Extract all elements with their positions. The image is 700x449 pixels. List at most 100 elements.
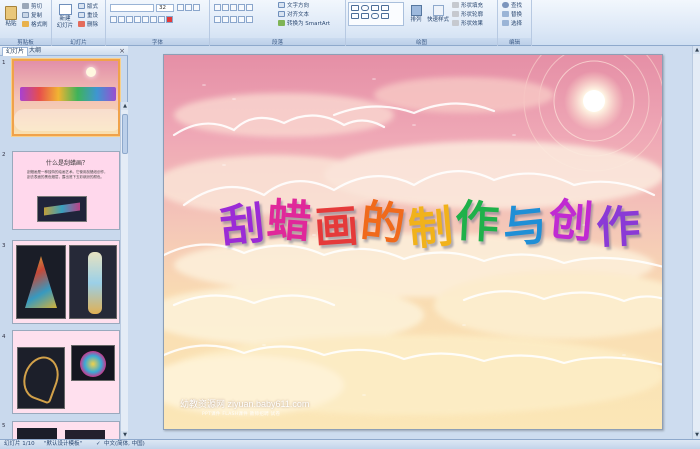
current-slide[interactable]: 刮蜡画的制作与创作 幼教资源网 ziyuan.baby611.com PPT课件… <box>163 54 663 430</box>
font-group-label: 字体 <box>106 38 209 46</box>
line-spacing-button[interactable] <box>246 4 253 11</box>
decrease-indent-button[interactable] <box>230 4 237 11</box>
reset-button[interactable]: 重设 <box>78 12 98 20</box>
title-character: 作 <box>453 195 504 250</box>
slides-group: 新建 幻灯片 版式 重设 删除 幻灯片 <box>52 0 106 46</box>
align-text-button[interactable]: 对齐文本 <box>278 11 309 19</box>
tab-outline[interactable]: 大纲 <box>26 47 44 56</box>
underline-button[interactable] <box>126 16 133 23</box>
clear-format-button[interactable] <box>193 4 200 11</box>
leaf-art-thumb <box>17 351 65 405</box>
italic-button[interactable] <box>118 16 125 23</box>
quick-styles-button[interactable]: 快速样式 <box>426 5 450 24</box>
font-grow-buttons <box>177 4 201 13</box>
tree-art-thumb <box>25 256 57 308</box>
sun-thumb <box>86 67 96 77</box>
bullets-button[interactable] <box>214 4 221 11</box>
shadow-button[interactable] <box>134 16 141 23</box>
editor-scrollbar[interactable]: ▲ ▼ <box>692 46 700 439</box>
editor-scroll-up-icon[interactable]: ▲ <box>693 46 700 54</box>
slides-pane: 幻灯片 大纲 × 1 2 什么是刮蜡画？ 刮蜡画是一种独特的绘画艺术。它使用刮蜡… <box>0 46 129 445</box>
title-character: 刮 <box>217 197 271 254</box>
effects-icon <box>452 20 459 26</box>
case-button[interactable] <box>158 16 165 23</box>
copy-button[interactable]: 复制 <box>22 12 42 20</box>
figure-art-thumb <box>88 252 102 314</box>
slide2-body: 刮蜡画是一种独特的绘画艺术。它使用刮蜡纸创作，刮去表面的黑色蜡层，露出底下五彩缤… <box>27 170 108 179</box>
paste-button[interactable]: 粘贴 <box>3 6 19 28</box>
slide-footer-links: PPT课件 FLASH课件 教师招聘 试卷 <box>202 412 281 417</box>
font-name-combo[interactable] <box>110 4 154 12</box>
tab-slides[interactable]: 幻灯片 <box>2 47 29 56</box>
title-character: 制 <box>406 201 458 256</box>
justify-button[interactable] <box>238 16 245 23</box>
align-buttons <box>214 16 254 25</box>
shape-effects-button[interactable]: 形状效果 <box>452 20 483 28</box>
shrink-font-button[interactable] <box>185 4 192 11</box>
shape-outline-button[interactable]: 形状轮廓 <box>452 11 483 19</box>
slide-thumbnail-4[interactable] <box>12 330 120 414</box>
select-button[interactable]: 选择 <box>502 20 522 28</box>
scissors-icon <box>22 3 29 9</box>
numbering-button[interactable] <box>222 4 229 11</box>
slide-title[interactable]: 刮蜡画的制作与创作 <box>217 189 645 256</box>
theme-name: "默认设计模板" <box>44 441 83 447</box>
font-color-button[interactable] <box>166 16 173 23</box>
slide-thumbnail-2[interactable]: 什么是刮蜡画？ 刮蜡画是一种独特的绘画艺术。它使用刮蜡纸创作，刮去表面的黑色蜡层… <box>12 151 120 230</box>
language-indicator: 中文(简体, 中国) <box>104 441 145 447</box>
align-left-button[interactable] <box>214 16 221 23</box>
cut-button[interactable]: 剪切 <box>22 3 42 11</box>
align-center-button[interactable] <box>222 16 229 23</box>
clipboard-group-label: 剪贴板 <box>0 38 51 46</box>
slide-thumbnail-1[interactable] <box>12 59 120 136</box>
smartart-button[interactable]: 转换为 SmartArt <box>278 20 330 28</box>
slide4-picture-right <box>71 345 115 381</box>
grow-font-button[interactable] <box>177 4 184 11</box>
layout-icon <box>78 3 85 9</box>
close-pane-icon[interactable]: × <box>119 47 125 55</box>
slide-counter: 幻灯片 1/10 <box>4 441 35 447</box>
replace-button[interactable]: 替换 <box>502 11 522 19</box>
reset-icon <box>78 12 85 18</box>
copy-icon <box>22 12 29 18</box>
pane-tabs: 幻灯片 大纲 × <box>0 46 128 56</box>
status-bar: 幻灯片 1/10 "默认设计模板" ✓ 中文(简体, 中国) <box>0 439 700 449</box>
shapes-gallery[interactable] <box>348 2 404 26</box>
slide4-picture-left <box>17 347 65 409</box>
format-painter-button[interactable]: 格式刷 <box>22 21 48 29</box>
callout-shape-icon <box>371 13 379 19</box>
bold-button[interactable] <box>110 16 117 23</box>
select-icon <box>502 20 509 26</box>
shape-fill-button[interactable]: 形状填充 <box>452 2 483 10</box>
spellcheck-icon[interactable]: ✓ <box>96 440 101 449</box>
editing-group-label: 编辑 <box>498 38 531 46</box>
find-button[interactable]: 查找 <box>502 2 522 10</box>
font-style-buttons <box>110 16 174 25</box>
rectangle-shape-icon <box>351 5 359 11</box>
slide-editor: 刮蜡画的制作与创作 幼教资源网 ziyuan.baby611.com PPT课件… <box>128 46 700 439</box>
slide-thumbnail-3[interactable] <box>12 240 120 324</box>
arrange-button[interactable]: 排列 <box>408 5 424 24</box>
increase-indent-button[interactable] <box>238 4 245 11</box>
strikethrough-button[interactable] <box>142 16 149 23</box>
spacing-button[interactable] <box>150 16 157 23</box>
columns-button[interactable] <box>246 16 253 23</box>
star-shape-icon <box>361 13 369 19</box>
new-slide-button[interactable]: 新建 幻灯片 <box>55 4 75 30</box>
align-text-icon <box>278 11 285 17</box>
slide2-picture <box>37 196 87 222</box>
delete-button[interactable]: 删除 <box>78 21 98 29</box>
font-group: 32 字体 <box>106 0 210 46</box>
text-direction-button[interactable]: 文字方向 <box>278 2 309 10</box>
flower-art-thumb <box>80 351 106 377</box>
pane-scrollbar[interactable]: ▲ ▼ <box>120 102 129 439</box>
clipboard-group: 粘贴 剪切 复制 格式刷 剪贴板 <box>0 0 52 46</box>
title-character: 与 <box>500 198 553 255</box>
align-right-button[interactable] <box>230 16 237 23</box>
editor-scroll-down-icon[interactable]: ▼ <box>693 431 700 439</box>
layout-button[interactable]: 版式 <box>78 3 98 11</box>
delete-icon <box>78 21 85 27</box>
arrange-icon <box>410 5 422 16</box>
editing-group: 查找 替换 选择 编辑 <box>498 0 532 46</box>
font-size-combo[interactable]: 32 <box>156 4 174 12</box>
